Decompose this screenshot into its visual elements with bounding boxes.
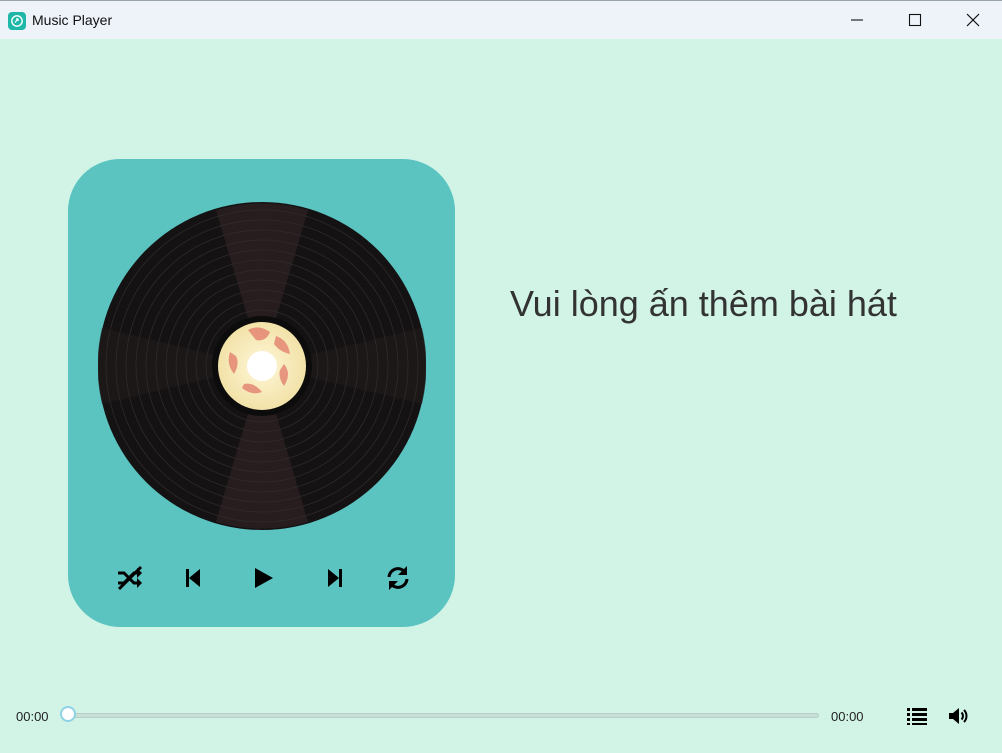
previous-button[interactable]: [176, 561, 210, 595]
window-title: Music Player: [32, 12, 113, 28]
player-card: [68, 159, 455, 627]
playlist-button[interactable]: [905, 704, 929, 728]
repeat-button[interactable]: [381, 561, 415, 595]
current-time: 00:00: [16, 709, 49, 724]
title-bar: Music Player: [0, 0, 1002, 39]
playlist-icon: [907, 708, 927, 725]
close-icon: [966, 13, 980, 27]
maximize-button[interactable]: [886, 1, 944, 39]
total-time: 00:00: [831, 709, 864, 724]
volume-button[interactable]: [946, 704, 970, 728]
skip-previous-icon: [186, 569, 200, 587]
vinyl-record-icon: [97, 202, 427, 530]
minimize-icon: [851, 19, 863, 21]
shuffle-off-icon: [117, 565, 143, 591]
volume-icon: [949, 708, 968, 724]
repeat-icon: [387, 566, 409, 590]
music-player-window: Music Player Vui lòng ấn thêm bài hát 00…: [0, 0, 1002, 753]
empty-playlist-message: Vui lòng ấn thêm bài hát: [510, 283, 897, 324]
close-button[interactable]: [944, 1, 1002, 39]
progress-slider-track[interactable]: [68, 713, 819, 718]
playback-controls: [68, 557, 455, 601]
minimize-button[interactable]: [828, 1, 886, 39]
next-button[interactable]: [318, 561, 352, 595]
skip-next-icon: [328, 569, 342, 587]
maximize-icon: [908, 13, 922, 27]
play-icon: [255, 568, 273, 588]
music-app-icon: [8, 12, 26, 30]
progress-slider-thumb[interactable]: [60, 706, 76, 722]
play-button[interactable]: [247, 561, 281, 595]
shuffle-button[interactable]: [113, 561, 147, 595]
